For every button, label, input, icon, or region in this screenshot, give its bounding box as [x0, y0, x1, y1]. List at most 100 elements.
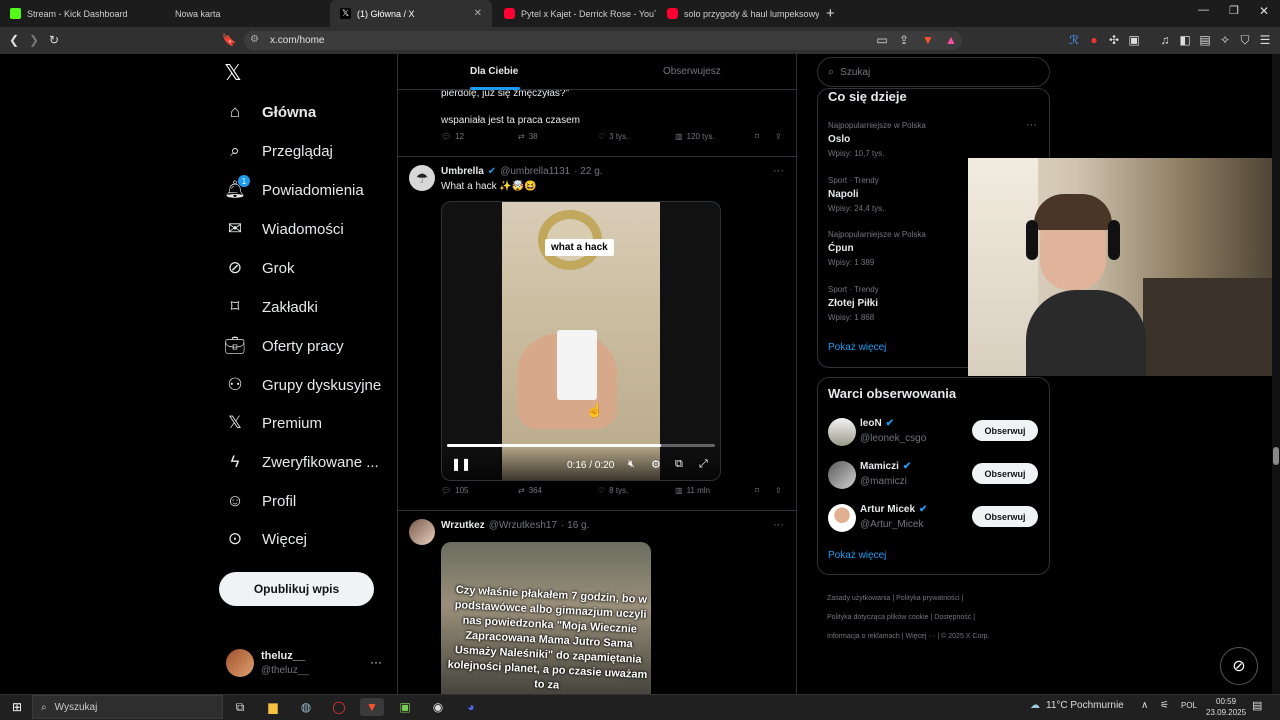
- leo-ai-icon[interactable]: ✧: [1217, 32, 1233, 48]
- share-post-icon[interactable]: ⇪: [775, 132, 782, 141]
- x-logo-icon[interactable]: 𝕏: [224, 60, 242, 86]
- account-avatar[interactable]: [226, 649, 254, 677]
- page-scrollbar[interactable]: [1272, 54, 1280, 694]
- dock-icon[interactable]: ⧉: [675, 458, 683, 471]
- nav-item-notifications[interactable]: 🔔︎ 1 Powiadomienia: [222, 173, 364, 207]
- footer-link[interactable]: Polityka prywatności: [896, 595, 959, 602]
- reply-button[interactable]: 💬︎ 105: [441, 486, 469, 495]
- site-settings-icon[interactable]: ⚙: [250, 34, 259, 45]
- views-button[interactable]: ▥ 120 tys.: [675, 132, 715, 141]
- browser-tab[interactable]: Stream - Kick Dashboard: [0, 0, 165, 27]
- brave-rewards-icon[interactable]: ▲: [943, 32, 959, 48]
- minimize-icon[interactable]: —: [1198, 4, 1209, 16]
- scrollbar-thumb[interactable]: [1273, 447, 1279, 465]
- post-time[interactable]: · 22 g.: [574, 166, 602, 177]
- author-handle[interactable]: @umbrella1131: [500, 166, 570, 177]
- nav-item-explore[interactable]: ⌕ Przeglądaj: [222, 134, 333, 168]
- follow-avatar[interactable]: [828, 461, 856, 489]
- forward-icon[interactable]: ❯: [26, 32, 42, 48]
- post-image[interactable]: Czy właśnie płakałem 7 godzin, bo w pods…: [441, 542, 651, 694]
- media-icon[interactable]: ♫: [1157, 32, 1173, 48]
- trend-item[interactable]: Najpopularniejsze w Polska Ćpun Wpisy: 1…: [828, 230, 926, 267]
- back-icon[interactable]: ❮: [6, 32, 22, 48]
- trend-more-icon[interactable]: ···: [1026, 119, 1037, 131]
- like-button[interactable]: ♡ 8 tys.: [598, 486, 628, 495]
- bookmark-post-icon[interactable]: ⌑: [755, 132, 759, 141]
- weather-widget[interactable]: ☁ 11°C Pochmurnie: [1030, 700, 1124, 711]
- share-post-icon[interactable]: ⇪: [775, 486, 782, 495]
- address-bar[interactable]: ⚙ x.com/home: [244, 31, 962, 50]
- author-name[interactable]: Wrzutkez: [441, 520, 485, 531]
- account-menu-icon[interactable]: ···: [370, 655, 382, 669]
- umbrella-avatar[interactable]: ☂: [409, 165, 435, 191]
- nav-item-home[interactable]: ⌂ Główna: [222, 95, 316, 129]
- repost-button[interactable]: ⇄ 364: [518, 486, 542, 495]
- nav-item-more[interactable]: ⊙ Więcej: [222, 522, 307, 556]
- app-icon[interactable]: ◍: [297, 698, 315, 716]
- close-tab-icon[interactable]: ✕: [474, 8, 482, 19]
- trend-item[interactable]: Sport · Trendy Napoli Wpisy: 24,4 tys.: [828, 176, 884, 213]
- pause-icon[interactable]: ❚❚: [451, 457, 471, 471]
- follow-name[interactable]: leoN ✔: [860, 418, 894, 429]
- follow-show-more[interactable]: Pokaż więcej: [828, 550, 886, 561]
- author-name[interactable]: Umbrella: [441, 166, 484, 177]
- video-player[interactable]: what a hack ❚❚ 0:16 / 0:20 🔇︎ ⚙ ⧉ ⤢: [441, 201, 721, 481]
- nav-item-profile[interactable]: ☺ Profil: [222, 484, 296, 518]
- brave-taskbar-icon[interactable]: ▼: [360, 698, 384, 716]
- follow-avatar[interactable]: [828, 504, 856, 532]
- post-more-icon[interactable]: ···: [773, 519, 784, 531]
- footer-link[interactable]: Polityka dotycząca plików cookie: [827, 614, 929, 621]
- trend-item[interactable]: Sport · Trendy Złotej Piłki Wpisy: 1 868: [828, 285, 879, 322]
- follow-button[interactable]: Obserwuj: [972, 506, 1038, 527]
- sidebar-icon[interactable]: ◧: [1177, 32, 1193, 48]
- browser-tab[interactable]: Nowa karta: [165, 0, 330, 27]
- extension-icon[interactable]: ▣: [1126, 32, 1142, 48]
- menu-icon[interactable]: ☰: [1257, 32, 1273, 48]
- follow-button[interactable]: Obserwuj: [972, 463, 1038, 484]
- new-tab-button[interactable]: +: [826, 5, 835, 22]
- network-icon[interactable]: ⚟: [1160, 700, 1169, 711]
- post-more-icon[interactable]: ···: [773, 165, 784, 177]
- repost-button[interactable]: ⇄ 38: [518, 132, 538, 141]
- tab-following[interactable]: Obserwujesz: [663, 66, 721, 77]
- mute-icon[interactable]: 🔇︎: [628, 458, 635, 471]
- obs-icon[interactable]: ◉: [429, 698, 447, 716]
- brave-shield-icon[interactable]: ▼: [920, 32, 936, 48]
- browser-tab-active[interactable]: 𝕏 (1) Główna / X ✕: [330, 0, 492, 27]
- post-button[interactable]: Opublikuj wpis: [219, 572, 374, 606]
- tray-chevron-icon[interactable]: ∧: [1141, 700, 1148, 711]
- nav-item-grok[interactable]: ⊘ Grok: [222, 251, 295, 285]
- trend-item[interactable]: Najpopularniejsze w Polska Oslo Wpisy: 1…: [828, 121, 926, 158]
- reply-button[interactable]: 💬︎ 12: [441, 132, 464, 141]
- reload-icon[interactable]: ↻: [46, 32, 62, 48]
- file-explorer-icon[interactable]: ▆: [264, 698, 282, 716]
- close-window-icon[interactable]: ✕: [1259, 4, 1269, 18]
- bookmark-page-icon[interactable]: 🔖: [221, 32, 237, 48]
- task-view-icon[interactable]: ⧉: [231, 698, 249, 716]
- video-progress-track[interactable]: [447, 444, 715, 447]
- extension-icon[interactable]: ℛ: [1066, 32, 1082, 48]
- trends-show-more[interactable]: Pokaż więcej: [828, 342, 886, 353]
- clock[interactable]: 00:59 23.09.2025: [1206, 696, 1246, 718]
- grok-float-button[interactable]: ⊘: [1220, 647, 1258, 685]
- share-icon[interactable]: ⇪: [896, 32, 912, 48]
- post-time[interactable]: · 16 g.: [561, 520, 589, 531]
- extension-icon[interactable]: ●: [1086, 32, 1102, 48]
- author-handle[interactable]: @Wrzutkesh17: [489, 520, 557, 531]
- tab-for-you[interactable]: Dla Ciebie: [470, 66, 518, 77]
- cast-icon[interactable]: ▭: [874, 32, 890, 48]
- opera-icon[interactable]: ◯: [330, 698, 348, 716]
- wallet-icon[interactable]: ▤: [1197, 32, 1213, 48]
- views-button[interactable]: ▥ 11 mln: [675, 486, 710, 495]
- windows-start-icon[interactable]: ⊞: [8, 698, 26, 716]
- nav-item-communities[interactable]: ⚇ Grupy dyskusyjne: [222, 368, 381, 402]
- extensions-icon[interactable]: ✣: [1106, 32, 1122, 48]
- like-button[interactable]: ♡ 3 tys.: [598, 132, 628, 141]
- restore-icon[interactable]: ❐: [1229, 4, 1239, 17]
- follow-avatar[interactable]: [828, 418, 856, 446]
- browser-tab[interactable]: solo przygody & haul lumpeksowy -: [657, 0, 819, 27]
- footer-link[interactable]: Zasady użytkowania: [827, 595, 890, 602]
- follow-button[interactable]: Obserwuj: [972, 420, 1038, 441]
- follow-name[interactable]: Mamiczi ✔: [860, 461, 911, 472]
- nav-item-jobs[interactable]: 💼︎ Oferty pracy: [222, 329, 343, 363]
